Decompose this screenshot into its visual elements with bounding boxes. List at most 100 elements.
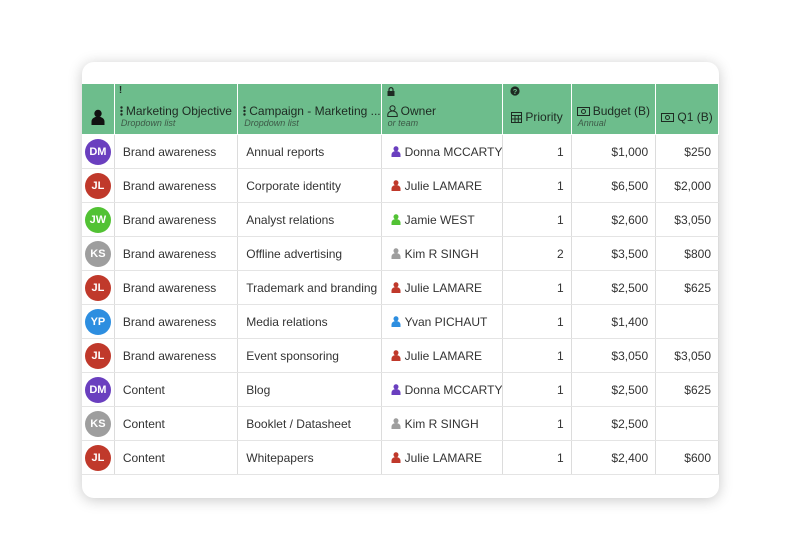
objective-cell[interactable]: Brand awareness [114,202,239,237]
campaign-cell[interactable]: Trademark and branding [237,270,382,305]
avatar[interactable]: JL [84,342,111,369]
priority-cell[interactable]: 1 [502,372,572,407]
campaign-cell[interactable]: Analyst relations [237,202,382,237]
col-header-avatar[interactable] [82,100,115,135]
avatar[interactable]: DM [84,138,111,165]
table-row[interactable]: YP Brand awareness Media relations Yvan PIC… [82,304,719,339]
table-row[interactable]: DM Content Blog Donna MCCARTY 1 $2,500 $625 [82,372,719,407]
campaign-cell[interactable]: Blog [237,372,382,407]
priority-cell[interactable]: 1 [502,440,572,475]
person-icon [391,350,401,361]
table-row[interactable]: KS Brand awareness Offline advertising Kim … [82,236,719,271]
objective-cell[interactable]: Content [114,372,239,407]
budget-cell[interactable]: $1,400 [571,304,657,339]
col-header-objective[interactable]: Marketing Objective Dropdown list [114,100,239,135]
avatar-cell[interactable]: JL [82,338,115,373]
q1-cell[interactable]: $2,000 [655,168,719,203]
avatar-cell[interactable]: DM [82,134,115,169]
objective-cell[interactable]: Brand awareness [114,270,239,305]
campaign-cell[interactable]: Offline advertising [237,236,382,271]
owner-cell[interactable]: Julie LAMARE [381,270,504,305]
table-row[interactable]: KS Content Booklet / Datasheet Kim R SINGH 1… [82,406,719,441]
q1-cell[interactable] [655,304,719,339]
objective-cell[interactable]: Brand awareness [114,134,239,169]
budget-cell[interactable]: $2,500 [571,372,657,407]
priority-cell[interactable]: 1 [502,304,572,339]
campaign-cell[interactable]: Event sponsoring [237,338,382,373]
table-row[interactable]: JL Content Whitepapers Julie LAMARE 1 $2,400 $… [82,440,719,475]
avatar[interactable]: YP [84,308,111,335]
col-header-campaign[interactable]: Campaign - Marketing ... Dropdown list [237,100,382,135]
q1-cell[interactable]: $800 [655,236,719,271]
avatar-cell[interactable]: YP [82,304,115,339]
budget-cell[interactable]: $2,400 [571,440,657,475]
avatar-cell[interactable]: DM [82,372,115,407]
objective-cell[interactable]: Brand awareness [114,168,239,203]
help-icon[interactable]: ? [502,84,572,100]
col-header-priority[interactable]: Priority [502,100,572,135]
avatar[interactable]: JW [84,206,111,233]
campaign-cell[interactable]: Media relations [237,304,382,339]
table-row[interactable]: JW Brand awareness Analyst relations Jamie … [82,202,719,237]
budget-cell[interactable]: $2,500 [571,270,657,305]
campaign-cell[interactable]: Corporate identity [237,168,382,203]
q1-cell[interactable]: $600 [655,440,719,475]
avatar-cell[interactable]: JW [82,202,115,237]
owner-cell[interactable]: Donna MCCARTY [381,372,504,407]
avatar[interactable]: KS [84,410,111,437]
q1-cell[interactable]: $625 [655,270,719,305]
priority-cell[interactable]: 1 [502,406,572,441]
budget-cell[interactable]: $3,050 [571,338,657,373]
priority-cell[interactable]: 1 [502,270,572,305]
owner-cell[interactable]: Kim R SINGH [381,236,504,271]
owner-cell[interactable]: Yvan PICHAUT [381,304,504,339]
campaign-cell[interactable]: Annual reports [237,134,382,169]
priority-cell[interactable]: 2 [502,236,572,271]
col-header-q1[interactable]: Q1 (B) [655,100,719,135]
priority-cell[interactable]: 1 [502,338,572,373]
avatar-cell[interactable]: KS [82,236,115,271]
table-row[interactable]: JL Brand awareness Corporate identity Julie… [82,168,719,203]
q1-cell[interactable]: $3,050 [655,338,719,373]
owner-cell[interactable]: Julie LAMARE [381,168,504,203]
avatar-cell[interactable]: JL [82,270,115,305]
priority-cell[interactable]: 1 [502,168,572,203]
avatar-cell[interactable]: KS [82,406,115,441]
col-header-budget[interactable]: Budget (B) Annual [571,100,657,135]
owner-cell[interactable]: Julie LAMARE [381,440,504,475]
budget-cell[interactable]: $2,500 [571,406,657,441]
owner-cell[interactable]: Julie LAMARE [381,338,504,373]
person-icon [391,180,401,191]
objective-cell[interactable]: Brand awareness [114,338,239,373]
avatar[interactable]: JL [84,444,111,471]
budget-cell[interactable]: $2,600 [571,202,657,237]
avatar[interactable]: JL [84,274,111,301]
priority-cell[interactable]: 1 [502,134,572,169]
owner-cell[interactable]: Jamie WEST [381,202,504,237]
campaign-cell[interactable]: Whitepapers [237,440,382,475]
objective-cell[interactable]: Content [114,406,239,441]
budget-cell[interactable]: $1,000 [571,134,657,169]
q1-cell[interactable]: $625 [655,372,719,407]
table-row[interactable]: JL Brand awareness Trademark and branding J… [82,270,719,305]
table-row[interactable]: DM Brand awareness Annual reports Donna MCC… [82,134,719,169]
avatar-cell[interactable]: JL [82,440,115,475]
budget-cell[interactable]: $6,500 [571,168,657,203]
owner-cell[interactable]: Donna MCCARTY [381,134,504,169]
avatar[interactable]: KS [84,240,111,267]
q1-cell[interactable]: $250 [655,134,719,169]
budget-cell[interactable]: $3,500 [571,236,657,271]
q1-cell[interactable]: $3,050 [655,202,719,237]
q1-cell[interactable] [655,406,719,441]
col-header-owner[interactable]: Owner or team [381,100,504,135]
avatar[interactable]: JL [84,172,111,199]
avatar-cell[interactable]: JL [82,168,115,203]
objective-cell[interactable]: Brand awareness [114,304,239,339]
owner-cell[interactable]: Kim R SINGH [381,406,504,441]
table-row[interactable]: JL Brand awareness Event sponsoring Julie L… [82,338,719,373]
priority-cell[interactable]: 1 [502,202,572,237]
objective-cell[interactable]: Brand awareness [114,236,239,271]
campaign-cell[interactable]: Booklet / Datasheet [237,406,382,441]
objective-cell[interactable]: Content [114,440,239,475]
avatar[interactable]: DM [84,376,111,403]
